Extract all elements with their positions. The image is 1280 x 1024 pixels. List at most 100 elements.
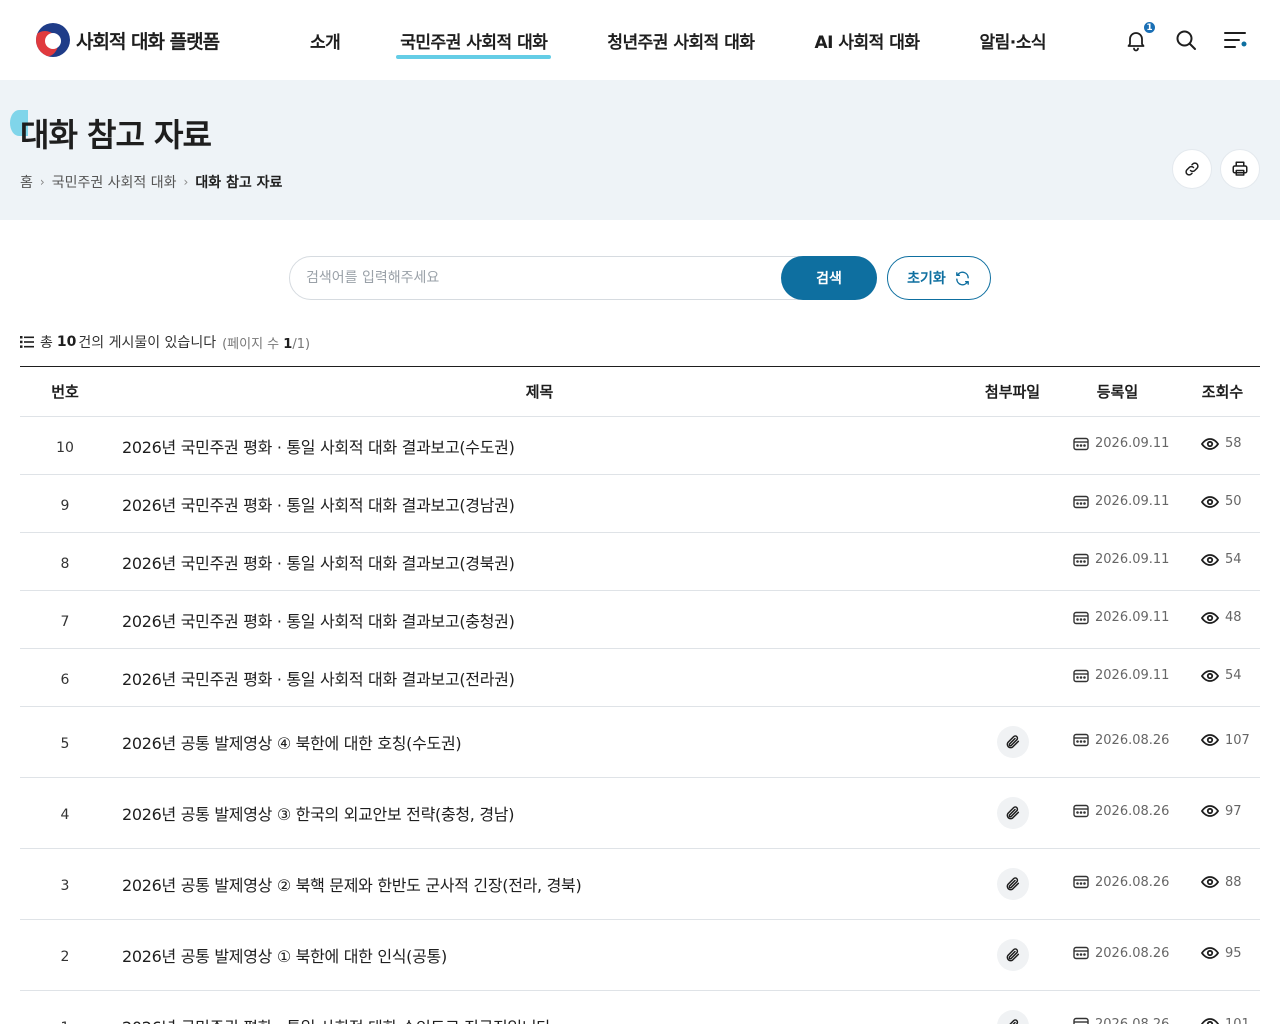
calendar-icon xyxy=(1073,946,1089,960)
menu-icon xyxy=(1224,32,1247,48)
nav-item-intro[interactable]: 소개 xyxy=(310,22,341,59)
row-views-text: 88 xyxy=(1225,874,1242,890)
search-box: 검색 xyxy=(289,256,877,300)
chevron-right-icon: › xyxy=(39,175,45,189)
row-title-link[interactable]: 2026년 국민주권 평화 · 통일 사회적 대화 결과보고(충청권) xyxy=(110,608,975,632)
breadcrumb: 홈 › 국민주권 사회적 대화 › 대화 참고 자료 xyxy=(20,172,1260,192)
row-date: 2026.09.11 xyxy=(1050,668,1185,683)
print-button[interactable] xyxy=(1220,149,1260,189)
table-row[interactable]: 6 2026년 국민주권 평화 · 통일 사회적 대화 결과보고(전라권) 2026… xyxy=(20,649,1260,707)
count-total: 10 xyxy=(56,334,77,350)
row-title-link[interactable]: 2026년 국민주권 평화 · 통일 사회적 대화 슈인도로 진국진입니다 xyxy=(110,1014,975,1024)
count-suffix: 건의 게시물이 있습니다 xyxy=(78,335,217,351)
table-row[interactable]: 4 2026년 공통 발제영상 ③ 한국의 외교안보 전략(충청, 경남) 2026… xyxy=(20,778,1260,849)
calendar-icon xyxy=(1073,611,1089,625)
eye-icon xyxy=(1201,611,1219,624)
row-title-link[interactable]: 2026년 국민주권 평화 · 통일 사회적 대화 결과보고(경남권) xyxy=(110,492,975,516)
calendar-icon xyxy=(1073,1017,1089,1024)
row-number: 8 xyxy=(60,555,70,572)
attachment-clip-icon[interactable] xyxy=(996,1010,1029,1024)
eye-icon xyxy=(1201,495,1219,508)
row-date: 2026.09.11 xyxy=(1050,494,1185,509)
row-date-text: 2026.09.11 xyxy=(1095,668,1170,683)
link-icon xyxy=(1185,162,1199,176)
table-row[interactable]: 10 2026년 국민주권 평화 · 통일 사회적 대화 결과보고(수도권) 202… xyxy=(20,417,1260,475)
row-date-text: 2026.08.26 xyxy=(1095,945,1170,961)
row-title-link[interactable]: 2026년 국민주권 평화 · 통일 사회적 대화 결과보고(전라권) xyxy=(110,666,975,690)
nav-item-public-dialogue[interactable]: 국민주권 사회적 대화 xyxy=(396,22,552,59)
table-row[interactable]: 9 2026년 국민주권 평화 · 통일 사회적 대화 결과보고(경남권) 2026… xyxy=(20,475,1260,533)
row-date: 2026.08.26 xyxy=(1050,946,1185,961)
row-date-text: 2026.09.11 xyxy=(1095,610,1170,625)
row-title-link[interactable]: 2026년 공통 발제영상 ④ 북한에 대한 호칭(수도권) xyxy=(110,730,975,754)
row-views: 54 xyxy=(1185,552,1260,567)
row-date: 2026.09.11 xyxy=(1050,552,1185,567)
nav-item-ai-dialogue[interactable]: AI 사회적 대화 xyxy=(815,22,921,59)
search-button[interactable] xyxy=(1172,22,1200,58)
page-info-suffix: /1) xyxy=(292,336,311,352)
reset-label: 초기화 xyxy=(907,271,946,287)
row-views-text: 50 xyxy=(1225,494,1242,509)
row-title-link[interactable]: 2026년 공통 발제영상 ③ 한국의 외교안보 전략(충청, 경남) xyxy=(110,801,975,825)
row-title-link[interactable]: 2026년 공통 발제영상 ① 북한에 대한 인식(공통) xyxy=(110,943,975,967)
table-row[interactable]: 7 2026년 국민주권 평화 · 통일 사회적 대화 결과보고(충청권) 2026… xyxy=(20,591,1260,649)
table-row[interactable]: 3 2026년 공통 발제영상 ② 북핵 문제와 한반도 군사적 긴장(전라, 경… xyxy=(20,849,1260,920)
attachment-clip-icon[interactable] xyxy=(996,797,1029,829)
table-row[interactable]: 8 2026년 국민주권 평화 · 통일 사회적 대화 결과보고(경북권) 2026… xyxy=(20,533,1260,591)
nav-item-notice[interactable]: 알림·소식 xyxy=(980,22,1047,59)
eye-icon xyxy=(1201,553,1219,566)
row-views-text: 107 xyxy=(1225,732,1250,748)
breadcrumb-public-dialogue[interactable]: 국민주권 사회적 대화 xyxy=(52,172,177,192)
breadcrumb-home[interactable]: 홈 xyxy=(20,172,33,192)
row-views: 97 xyxy=(1185,804,1260,819)
row-date-text: 2026.08.26 xyxy=(1095,1016,1170,1024)
row-number: 1 xyxy=(20,1016,110,1024)
row-date: 2026.08.26 xyxy=(1050,804,1185,819)
board-table: 번호 제목 첨부파일 등록일 조회수 10 2026년 국민주권 평화 · 통일 … xyxy=(20,366,1260,1024)
row-views-text: 95 xyxy=(1225,945,1242,961)
attachment-clip-icon[interactable] xyxy=(996,726,1029,758)
row-attachment xyxy=(975,1010,1050,1024)
menu-button[interactable] xyxy=(1222,22,1250,58)
header-title: 제목 xyxy=(525,383,554,401)
calendar-icon xyxy=(1073,875,1089,889)
nav-item-youth-dialogue[interactable]: 청년주권 사회적 대화 xyxy=(607,22,755,59)
reset-button[interactable]: 초기화 xyxy=(887,256,991,300)
logo-text: 사회적 대화 플랫폼 xyxy=(76,30,220,53)
row-number: 10 xyxy=(56,439,74,456)
row-views: 50 xyxy=(1185,494,1260,509)
search-icon xyxy=(1176,30,1196,50)
chevron-right-icon: › xyxy=(183,175,189,189)
row-title-link[interactable]: 2026년 국민주권 평화 · 통일 사회적 대화 결과보고(수도권) xyxy=(110,434,975,458)
copy-link-button[interactable] xyxy=(1172,149,1212,189)
eye-icon xyxy=(1201,734,1219,746)
row-title-link[interactable]: 2026년 국민주권 평화 · 통일 사회적 대화 결과보고(경북권) xyxy=(110,550,975,574)
page-title: 대화 참고 자료 xyxy=(20,116,212,154)
row-attachment xyxy=(975,797,1050,829)
row-views-text: 54 xyxy=(1225,668,1242,683)
count-prefix: 총 xyxy=(40,335,53,351)
row-title-link[interactable]: 2026년 공통 발제영상 ② 북핵 문제와 한반도 군사적 긴장(전라, 경북… xyxy=(110,872,975,896)
page-current: 1 xyxy=(283,336,293,352)
table-row[interactable]: 2 2026년 공통 발제영상 ① 북한에 대한 인식(공통) 2026.08.26… xyxy=(20,920,1260,991)
header-date: 등록일 xyxy=(1096,383,1139,401)
attachment-clip-icon[interactable] xyxy=(996,868,1029,900)
row-date: 2026.08.26 xyxy=(1050,1017,1185,1024)
search-input[interactable] xyxy=(290,257,781,299)
notification-button[interactable]: 1 xyxy=(1122,21,1156,58)
site-logo[interactable]: 사회적 대화 플랫폼 xyxy=(36,23,236,57)
breadcrumb-current: 대화 참고 자료 xyxy=(195,175,283,191)
table-row[interactable]: 12026년 국민주권 평화 · 통일 사회적 대화 슈인도로 진국진입니다 20… xyxy=(20,991,1260,1024)
row-views: 107 xyxy=(1185,733,1260,748)
calendar-icon xyxy=(1073,804,1089,818)
eye-icon xyxy=(1201,1018,1219,1024)
page-title-area: 대화 참고 자료 홈 › 국민주권 사회적 대화 › 대화 참고 자료 xyxy=(0,80,1280,220)
row-attachment xyxy=(975,726,1050,758)
notification-badge: 1 xyxy=(1143,21,1156,34)
table-row[interactable]: 5 2026년 공통 발제영상 ④ 북한에 대한 호칭(수도권) 2026.08.2… xyxy=(20,707,1260,778)
attachment-clip-icon[interactable] xyxy=(996,939,1029,971)
page-info: (페이지 수 1/1) xyxy=(222,333,310,352)
search-submit-button[interactable]: 검색 xyxy=(781,256,877,300)
calendar-icon xyxy=(1073,495,1089,509)
eye-icon xyxy=(1201,669,1219,682)
